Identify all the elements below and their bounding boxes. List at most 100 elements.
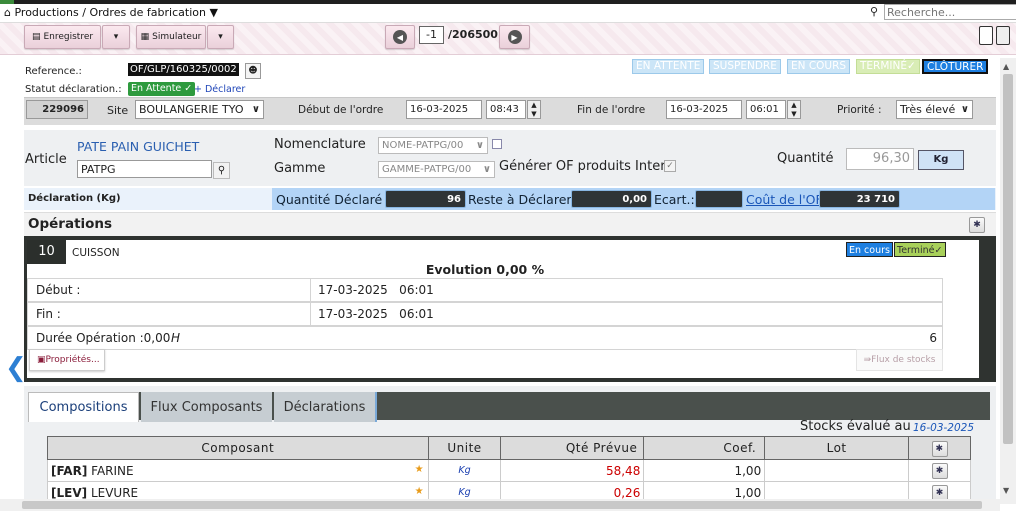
quantite-label: Quantité xyxy=(777,151,834,166)
op-en-cours-badge[interactable]: En cours xyxy=(846,242,893,257)
fin-date-input[interactable]: 16-03-2025 xyxy=(666,100,742,119)
op-fin-label: Fin : xyxy=(36,307,61,321)
operation-number: 10 xyxy=(27,240,66,264)
home-icon[interactable]: ⌂ xyxy=(4,6,11,19)
page-total: /206500 xyxy=(448,28,498,41)
fin-label: Fin de l'ordre xyxy=(577,104,646,116)
scroll-down-icon[interactable]: ▼ xyxy=(1003,486,1009,495)
document-icon[interactable] xyxy=(979,26,993,45)
priorite-label: Priorité : xyxy=(837,104,882,116)
simulate-dropdown-button[interactable]: ▾ xyxy=(207,25,234,49)
col-qte-prevue[interactable]: Qté Prévue xyxy=(500,436,645,460)
op-duree-count: 6 xyxy=(929,331,937,345)
proprietes-button[interactable]: ▣Propriétés... xyxy=(29,349,105,371)
collapse-left-icon[interactable]: ❮ xyxy=(5,355,27,381)
chevron-left-icon: ◀ xyxy=(393,30,407,44)
composant-code: [FAR] xyxy=(51,463,88,478)
tab-declarations[interactable]: Déclarations xyxy=(274,392,377,422)
table-header-row: Composant Unite Qté Prévue Coef. Lot ✱ xyxy=(47,436,971,460)
user-icon[interactable]: ☻ xyxy=(245,63,261,79)
horizontal-scroll-thumb[interactable] xyxy=(22,501,982,509)
save-icon: ▤ xyxy=(31,32,41,42)
unit-button[interactable]: Kg xyxy=(918,150,964,170)
simulate-label: Simulateur xyxy=(152,32,202,42)
reference-value: OF/GLP/160325/0002 xyxy=(128,63,239,76)
table-row[interactable]: [FAR] FARINE ★ Kg 58,48 1,00 ✱ xyxy=(47,459,971,482)
col-settings[interactable]: ✱ xyxy=(908,436,971,460)
stocks-date: 16-03-2025 xyxy=(913,422,975,434)
document-list-icon[interactable] xyxy=(996,26,1010,45)
vertical-scrollbar[interactable]: ▲ ▼ xyxy=(1000,58,1016,504)
cout-of-value: 23 710 xyxy=(819,190,900,208)
debut-time-input[interactable]: 08:43 xyxy=(486,100,526,119)
compositions-table: Composant Unite Qté Prévue Coef. Lot ✱ [… xyxy=(47,436,971,504)
evolution-label: Evolution 0,00 % xyxy=(425,262,545,277)
save-dropdown-button[interactable]: ▾ xyxy=(102,25,130,49)
col-composant[interactable]: Composant xyxy=(47,436,429,460)
calculator-icon: ▦ xyxy=(140,32,150,42)
star-icon[interactable]: ★ xyxy=(415,464,424,475)
status-en-cours-button[interactable]: EN COURS xyxy=(787,59,851,74)
scroll-up-icon[interactable]: ▲ xyxy=(1003,62,1009,71)
search-input[interactable] xyxy=(884,4,1016,20)
next-record-button[interactable]: ▶ xyxy=(499,25,530,49)
vertical-scroll-thumb[interactable] xyxy=(1003,74,1013,444)
composant-name: FARINE xyxy=(91,463,134,478)
gamme-select[interactable]: GAMME-PATPG/00 xyxy=(378,161,495,178)
debut-label: Début de l'ordre xyxy=(298,104,384,116)
statut-label: Statut déclaration.: xyxy=(25,84,122,95)
priorite-select[interactable]: Très élevé xyxy=(896,100,973,119)
gear-icon[interactable]: ✱ xyxy=(931,463,948,479)
debut-date-input[interactable]: 16-03-2025 xyxy=(406,100,482,119)
fin-time-spinner[interactable]: ▲ ▼ xyxy=(787,100,801,119)
article-code-input[interactable]: PATPG xyxy=(77,160,212,178)
gear-icon: ✱ xyxy=(931,440,948,457)
star-icon[interactable]: ★ xyxy=(415,486,424,497)
col-lot[interactable]: Lot xyxy=(764,436,910,460)
status-termine-button[interactable]: TERMINÉ✓ xyxy=(856,59,920,74)
statut-value: En Attente xyxy=(131,83,182,94)
check-icon: ✓ xyxy=(907,60,916,72)
operations-settings-button[interactable]: ✱ xyxy=(969,217,985,233)
debut-time-spinner[interactable]: ▲ ▼ xyxy=(527,100,541,119)
status-cloturer-button[interactable]: CLÔTURER xyxy=(922,59,989,74)
caret-down-icon: ▾ xyxy=(113,32,119,42)
prev-record-button[interactable]: ◀ xyxy=(385,25,415,49)
cout-of-link[interactable]: Coût de l'OF xyxy=(746,192,823,207)
tab-compositions[interactable]: Compositions xyxy=(28,392,139,422)
tab-flux-composants[interactable]: Flux Composants xyxy=(141,392,272,422)
gear-icon: ✱ xyxy=(969,217,985,233)
op-debut-value: 17-03-2025 06:01 xyxy=(318,283,434,297)
site-select[interactable]: BOULANGERIE TYO xyxy=(135,100,264,119)
status-suspendre-button[interactable]: SUSPENDRE xyxy=(709,59,781,74)
operation-name: CUISSON xyxy=(72,247,120,259)
col-coef[interactable]: Coef. xyxy=(643,436,766,460)
quantite-input[interactable]: 96,30 xyxy=(846,148,914,170)
horizontal-scrollbar[interactable] xyxy=(0,499,1000,511)
page-number-input[interactable]: -1 xyxy=(419,26,444,44)
operations-header xyxy=(24,212,996,236)
status-en-attente-button[interactable]: EN ATTENTE xyxy=(632,59,705,74)
search-icon[interactable]: ⚲ xyxy=(870,5,878,18)
nomenclature-select[interactable]: NOME-PATPG/00 xyxy=(378,137,488,154)
chevron-down-icon[interactable]: ▼ xyxy=(209,6,217,19)
op-duree-unit: H xyxy=(171,331,181,345)
col-unite[interactable]: Unite xyxy=(427,436,502,460)
save-label: Enregistrer xyxy=(43,32,94,42)
unite-cell: Kg xyxy=(427,459,502,482)
article-label: Article xyxy=(25,152,67,167)
breadcrumb[interactable]: ⌂ Productions / Ordres de fabrication ▼ xyxy=(4,6,218,19)
save-button[interactable]: ▤ Enregistrer xyxy=(24,25,101,49)
order-id: 229096 xyxy=(26,100,88,119)
lot-cell[interactable] xyxy=(764,459,910,482)
ecart-label: Ecart.: xyxy=(654,192,695,207)
generer-checkbox[interactable]: ✓ xyxy=(664,160,676,172)
op-termine-badge[interactable]: Terminé✓ xyxy=(894,242,946,257)
fin-time-input[interactable]: 06:01 xyxy=(746,100,786,119)
flux-stocks-button[interactable]: ⇛Flux de stocks xyxy=(856,349,943,371)
qte-declare-value: 96 xyxy=(385,190,466,208)
declarer-link[interactable]: + Déclarer xyxy=(194,84,245,95)
search-icon[interactable]: ⚲ xyxy=(213,162,230,179)
simulate-button[interactable]: ▦ Simulateur xyxy=(136,25,206,49)
nomenclature-checkbox[interactable] xyxy=(492,139,502,149)
